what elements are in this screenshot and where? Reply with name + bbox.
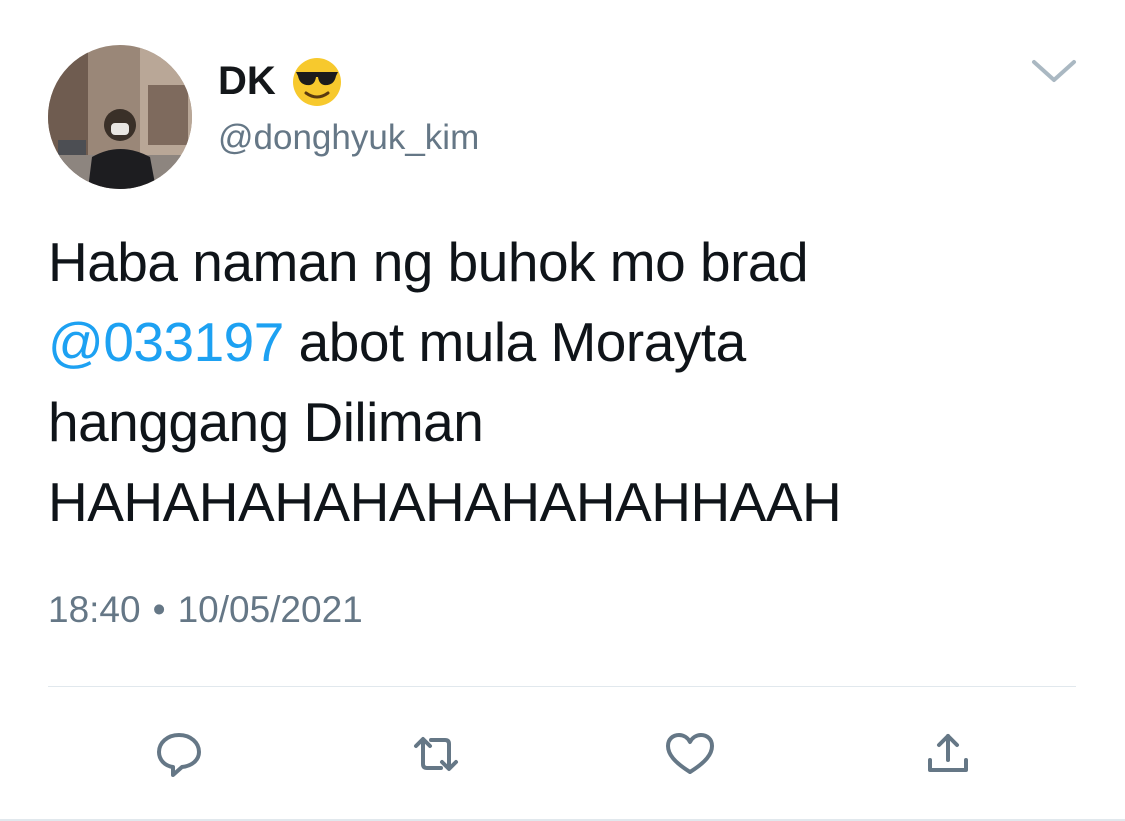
- user-handle[interactable]: @donghyuk_kim: [218, 116, 479, 160]
- tweet-menu-button[interactable]: [1028, 52, 1080, 88]
- share-icon: [928, 734, 968, 772]
- like-button[interactable]: [662, 726, 718, 782]
- tweet-timestamp[interactable]: 18:40 • 10/05/2021: [48, 588, 363, 632]
- tweet-text-line: @033197 abot mula Morayta: [48, 302, 1088, 382]
- tweet-date: 10/05/2021: [177, 589, 363, 630]
- meta-separator: •: [152, 589, 166, 630]
- chevron-down-icon: [1032, 60, 1076, 82]
- mention-link[interactable]: @033197: [48, 311, 284, 373]
- tweet-text: Haba naman ng buhok mo brad @033197 abot…: [48, 222, 1088, 542]
- tweet-text-fragment: abot mula Morayta: [298, 311, 747, 373]
- tweet-time: 18:40: [48, 589, 141, 630]
- display-name-row[interactable]: DK: [218, 54, 344, 108]
- heart-icon: [666, 733, 714, 774]
- reply-button[interactable]: [151, 726, 207, 782]
- reply-icon: [157, 733, 201, 777]
- retweet-icon: [414, 737, 458, 771]
- avatar[interactable]: [48, 45, 192, 189]
- share-button[interactable]: [920, 726, 976, 782]
- tweet-text-line: HAHAHAHAHAHAHAHAHHAAH: [48, 471, 842, 533]
- avatar-photo: [48, 45, 192, 189]
- display-name: DK: [218, 59, 276, 103]
- retweet-button[interactable]: [408, 726, 464, 782]
- tweet-text-line: Haba naman ng buhok mo brad: [48, 231, 809, 293]
- smiling-face-with-sunglasses-icon: [292, 58, 341, 106]
- tweet-text-line: hanggang Diliman: [48, 391, 484, 453]
- divider: [48, 686, 1076, 687]
